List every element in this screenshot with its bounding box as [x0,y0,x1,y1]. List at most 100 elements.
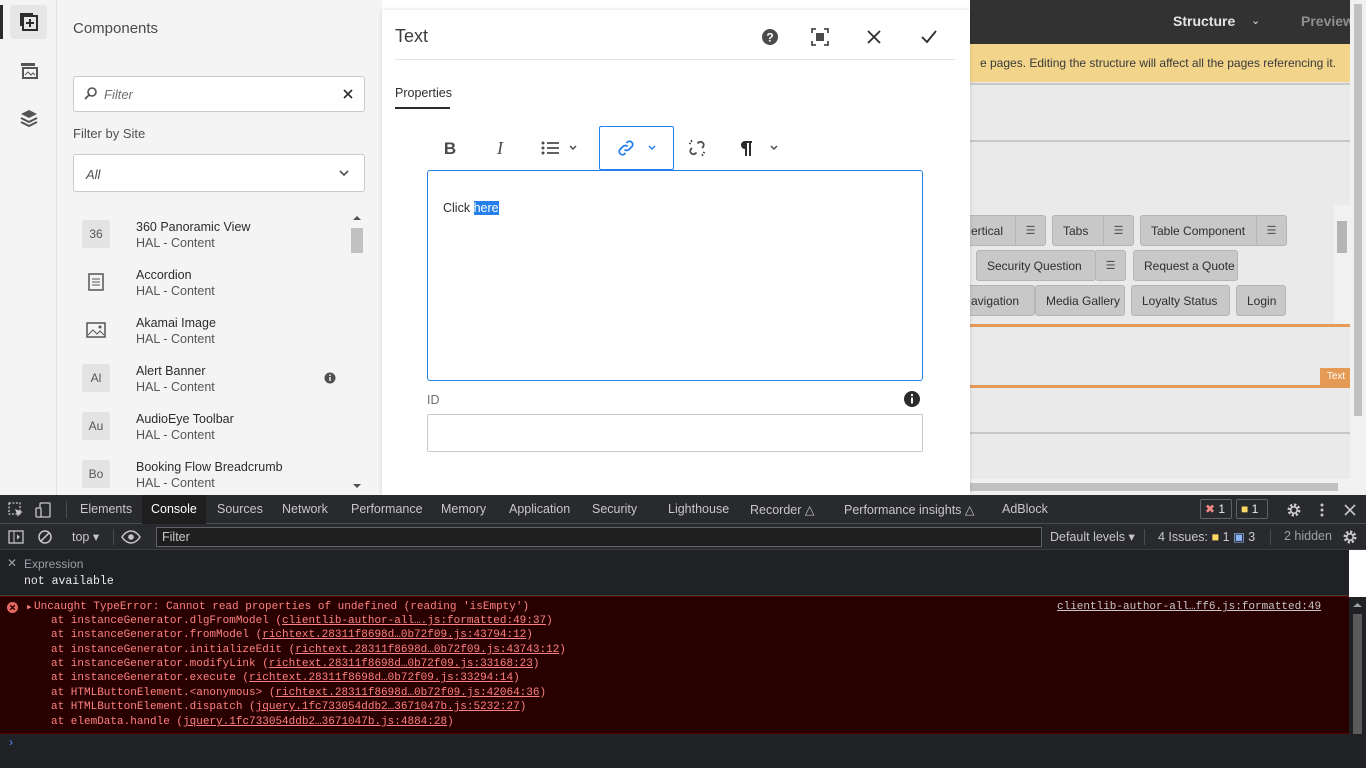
filter-placeholder: Filter [104,87,133,102]
selected-text[interactable]: here [473,201,499,215]
components-rail-button[interactable] [0,5,47,39]
stack-frame-link[interactable]: richtext.28311f8698d…0b72f09.js:43794:12 [262,629,526,641]
remove-expression-icon[interactable]: ✕ [7,556,17,570]
component-chip[interactable]: ertical [970,215,1020,246]
tab-adblock[interactable]: AdBlock [1002,502,1048,516]
stack-frame-link[interactable]: richtext.28311f8698d…0b72f09.js:33168:23 [269,658,533,670]
help-button[interactable]: ? [757,24,783,50]
tab-elements[interactable]: Elements [80,502,132,516]
component-settings-icon[interactable]: ☰ [1095,250,1126,281]
component-settings-icon[interactable]: ☰ [1256,215,1287,246]
component-chip[interactable]: Tabs [1052,215,1108,246]
stack-frame-link[interactable]: richtext.28311f8698d…0b72f09.js:43743:12 [295,644,559,656]
list-dropdown-button[interactable] [534,126,584,170]
console-scrollbar[interactable] [1349,597,1366,768]
tab-network[interactable]: Network [282,502,328,516]
tab-security[interactable]: Security [592,502,637,516]
list-item[interactable]: Akamai Image HAL - Content [73,307,348,355]
chevron-down-icon[interactable]: ⌄ [1251,14,1260,27]
eye-icon[interactable] [121,529,141,545]
component-chip[interactable]: Security Question [976,250,1096,281]
list-item[interactable]: 36 360 Panoramic View HAL - Content [73,211,348,259]
inspect-element-icon[interactable] [7,501,25,519]
list-item[interactable]: Bo Booking Flow Breadcrumb HAL - Content [73,451,348,495]
cancel-button[interactable] [861,24,887,50]
tab-sources[interactable]: Sources [217,502,263,516]
log-levels-select[interactable]: Default levels ▾ [1050,529,1135,544]
site-select[interactable]: All [73,154,365,192]
component-settings-icon[interactable]: ☰ [1015,215,1046,246]
link-dropdown-button[interactable] [599,126,674,170]
close-icon[interactable] [1341,501,1359,519]
clear-icon[interactable] [340,86,356,102]
info-icon: ▣ [1233,530,1245,544]
component-chip[interactable]: Media Gallery [1035,285,1125,316]
paragraph-format-button[interactable] [734,126,784,170]
error-count-badge[interactable]: ✖ 1 [1200,499,1232,519]
context-select[interactable]: top ▾ [72,529,99,544]
rich-text-editor[interactable]: Click here [427,170,923,381]
tab-recorder[interactable]: Recorder △ [750,502,815,517]
components-area-scrollbar[interactable] [1334,205,1350,325]
stack-frame-link[interactable]: clientlib-author-all….js:formatted:49:37 [282,615,546,627]
tab-memory[interactable]: Memory [441,502,486,516]
tab-console[interactable]: Console [142,495,206,524]
stack-frame-link[interactable]: richtext.28311f8698d…0b72f09.js:33294:14 [249,672,513,684]
component-chip[interactable]: avigation [970,285,1035,316]
info-icon[interactable] [324,372,336,384]
list-item[interactable]: Au AudioEye Toolbar HAL - Content [73,403,348,451]
italic-button[interactable]: I [485,126,515,170]
components-filter-input[interactable]: Filter [73,76,365,112]
components-list-scrollbar[interactable] [349,211,365,493]
error-icon: ✖ [1205,502,1216,516]
stack-frame-link[interactable]: richtext.28311f8698d…0b72f09.js:42064:36 [275,687,539,699]
error-source-link[interactable]: clientlib-author-all…ff6.js:formatted:49 [1057,601,1321,613]
stack-frame: at instanceGenerator.dlgFromModel (clien… [51,615,553,627]
bold-button[interactable]: B [434,126,466,170]
info-icon[interactable] [903,390,921,408]
device-toolbar-icon[interactable] [34,501,52,519]
console-filter-input[interactable]: Filter [156,527,1042,547]
tab-application[interactable]: Application [509,502,570,516]
sidebar-toggle-icon[interactable] [7,528,25,546]
scroll-up-icon[interactable] [349,213,365,223]
tab-lighthouse[interactable]: Lighthouse [668,502,729,516]
fullscreen-button[interactable] [807,24,833,50]
warning-count-badge[interactable]: ■ 1 [1236,499,1268,519]
scroll-up-icon[interactable] [1349,600,1366,610]
content-tree-rail-button[interactable] [10,101,47,135]
gear-icon[interactable] [1285,501,1303,519]
page-scrollbar[interactable] [1350,0,1366,495]
preview-mode-button[interactable]: Preview [1301,13,1354,29]
console-error-message[interactable]: ▸ Uncaught TypeError: Cannot read proper… [0,596,1349,734]
component-settings-icon[interactable]: ☰ [1103,215,1134,246]
tab-performance[interactable]: Performance [351,502,423,516]
component-chip[interactable]: Login [1236,285,1286,316]
unlink-button[interactable] [684,126,710,170]
list-item[interactable]: Accordion HAL - Content [73,259,348,307]
stack-frame-link[interactable]: jquery.1fc733054ddb2…3671047b.js:4884:28 [183,716,447,728]
list-item[interactable]: Al Alert Banner HAL - Content [73,355,348,403]
done-button[interactable] [916,24,942,50]
console-prompt-icon[interactable]: › [9,735,13,749]
expand-error-icon[interactable]: ▸ [26,600,33,614]
component-chip[interactable]: Table Component [1140,215,1260,246]
id-input[interactable] [427,414,923,452]
stack-frame-link[interactable]: jquery.1fc733054ddb2…3671047b.js:5232:27 [256,701,520,713]
more-options-icon[interactable] [1313,501,1331,519]
assets-rail-button[interactable] [10,53,47,87]
clear-console-icon[interactable] [36,528,54,546]
editor-content[interactable]: Click here [443,201,499,215]
page-hscrollbar[interactable] [970,479,1350,495]
component-chip[interactable]: Request a Quote [1133,250,1238,281]
component-name: Booking Flow Breadcrumb [136,460,283,474]
gear-icon[interactable] [1341,528,1359,546]
scroll-down-icon[interactable] [349,481,365,491]
issues-button[interactable]: 4 Issues: ■ 1 ▣ 3 [1158,529,1255,544]
text-component-badge[interactable]: Text [1320,368,1352,386]
tab-performance-insights[interactable]: Performance insights △ [844,502,975,517]
component-chip[interactable]: Loyalty Status [1131,285,1230,316]
unlink-icon [688,139,706,157]
tab-properties[interactable]: Properties [395,86,452,100]
structure-mode-button[interactable]: Structure [1173,13,1235,29]
